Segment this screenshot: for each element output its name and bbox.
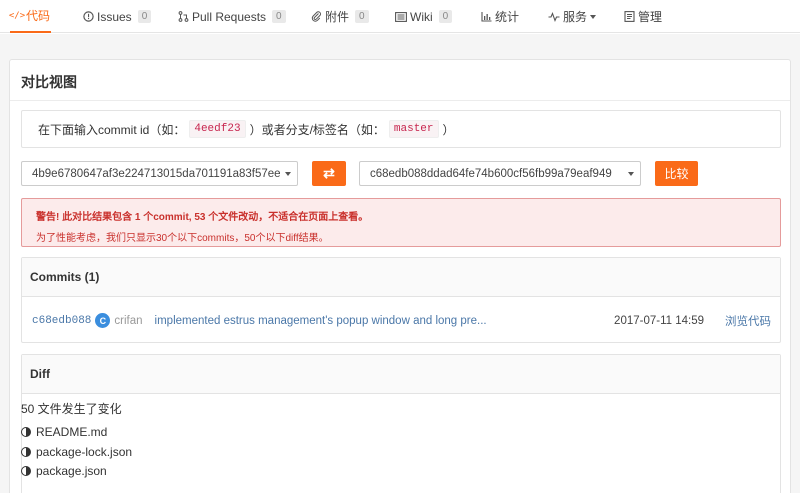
compare-hint: 在下面输入commit id（如： 4eedf23 ）或者分支/标签名（如： m… [21, 110, 781, 148]
hint-text-prefix: 在下面输入commit id（如： [38, 122, 186, 137]
head-ref-value: c68edb088ddad64fe74b600cf56fb99a79eaf949 [370, 167, 612, 180]
swap-icon: ⇄ [323, 165, 335, 181]
diff-file-name: package-lock.json [36, 445, 133, 459]
tab-stats[interactable]: 统计 [480, 0, 519, 33]
wiki-count-badge: 0 [438, 10, 453, 23]
page-title: 对比视图 [21, 74, 77, 90]
tab-wiki[interactable]: Wiki 0 [395, 0, 453, 33]
issue-icon [82, 11, 94, 23]
manage-icon [623, 11, 635, 23]
commits-header: Commits (1) [22, 258, 780, 297]
diff-file-item[interactable]: README.md [21, 425, 107, 439]
issues-count-badge: 0 [137, 10, 152, 23]
head-ref-select[interactable]: c68edb088ddad64fe74b600cf56fb99a79eaf949 [359, 161, 641, 186]
diff-file-item[interactable]: package-lock.json [21, 445, 132, 459]
hint-example-commit: 4eedf23 [189, 120, 246, 138]
warning-alert: 警告! 此对比结果包含 1 个commit, 53 个文件改动，不适合在页面上查… [21, 198, 781, 247]
commits-panel: Commits (1) c68edb088 C crifan implement… [21, 257, 781, 343]
chevron-down-icon [285, 172, 291, 176]
repo-nav: </> 代码 Issues 0 Pull Requests 0 附件 0 Wik… [0, 0, 800, 33]
file-modified-icon [21, 427, 31, 437]
browse-code-link[interactable]: 浏览代码 [725, 313, 771, 329]
commit-row: c68edb088 C crifan implemented estrus ma… [22, 298, 780, 343]
base-ref-select[interactable]: 4b9e6780647af3e224713015da701191a83f57ee [21, 161, 298, 186]
diff-header: Diff [22, 355, 780, 394]
attachments-count-badge: 0 [355, 10, 369, 23]
avatar[interactable]: C [95, 313, 111, 328]
tab-code[interactable]: </> 代码 [8, 0, 52, 33]
commit-message-link[interactable]: implemented estrus management's popup wi… [155, 315, 487, 327]
divider [10, 100, 790, 101]
diff-file-item[interactable]: package.json [21, 464, 107, 478]
commit-sha-link[interactable]: c68edb088 [32, 315, 91, 327]
warning-title: 警告! 此对比结果包含 1 个commit, 53 个文件改动，不适合在页面上查… [36, 212, 369, 223]
compare-button[interactable]: 比较 [655, 161, 698, 186]
pull-requests-count-badge: 0 [272, 10, 286, 23]
diff-file-name: package.json [36, 464, 107, 478]
stats-icon [480, 11, 492, 23]
diff-summary: 50 文件发生了变化 [21, 402, 122, 416]
base-ref-value: 4b9e6780647af3e224713015da701191a83f57ee [32, 167, 281, 180]
tab-pull-requests[interactable]: Pull Requests 0 [177, 0, 286, 33]
tab-services[interactable]: 服务 [548, 0, 597, 33]
attachment-icon [310, 11, 322, 23]
warning-detail: 为了性能考虑，我们只显示30个以下commits，50个以下diff结果。 [36, 233, 329, 244]
page-body: 对比视图 在下面输入commit id（如： 4eedf23 ）或者分支/标签名… [0, 34, 800, 493]
hint-text-middle: ）或者分支/标签名（如： [249, 122, 385, 137]
tab-manage[interactable]: 管理 [623, 0, 662, 33]
tab-issues[interactable]: Issues 0 [82, 0, 152, 33]
pull-request-icon [177, 11, 189, 23]
diff-file-name: README.md [36, 425, 108, 439]
file-modified-icon [21, 466, 31, 476]
hint-example-branch: master [388, 120, 439, 138]
commit-date: 2017-07-11 14:59 [614, 314, 704, 327]
tab-attachments[interactable]: 附件 0 [310, 0, 369, 33]
commit-author[interactable]: crifan [114, 315, 142, 327]
diff-panel: Diff [21, 354, 781, 493]
compare-card: 对比视图 在下面输入commit id（如： 4eedf23 ）或者分支/标签名… [9, 59, 791, 493]
code-icon: </> [8, 10, 26, 21]
service-icon [548, 11, 560, 23]
chevron-down-icon [590, 14, 597, 19]
compare-button-label: 比较 [664, 167, 689, 181]
swap-button[interactable]: ⇄ [312, 161, 346, 186]
chevron-down-icon [628, 172, 634, 176]
hint-text-suffix: ） [442, 122, 455, 137]
file-modified-icon [21, 447, 31, 457]
wiki-icon [395, 11, 407, 23]
